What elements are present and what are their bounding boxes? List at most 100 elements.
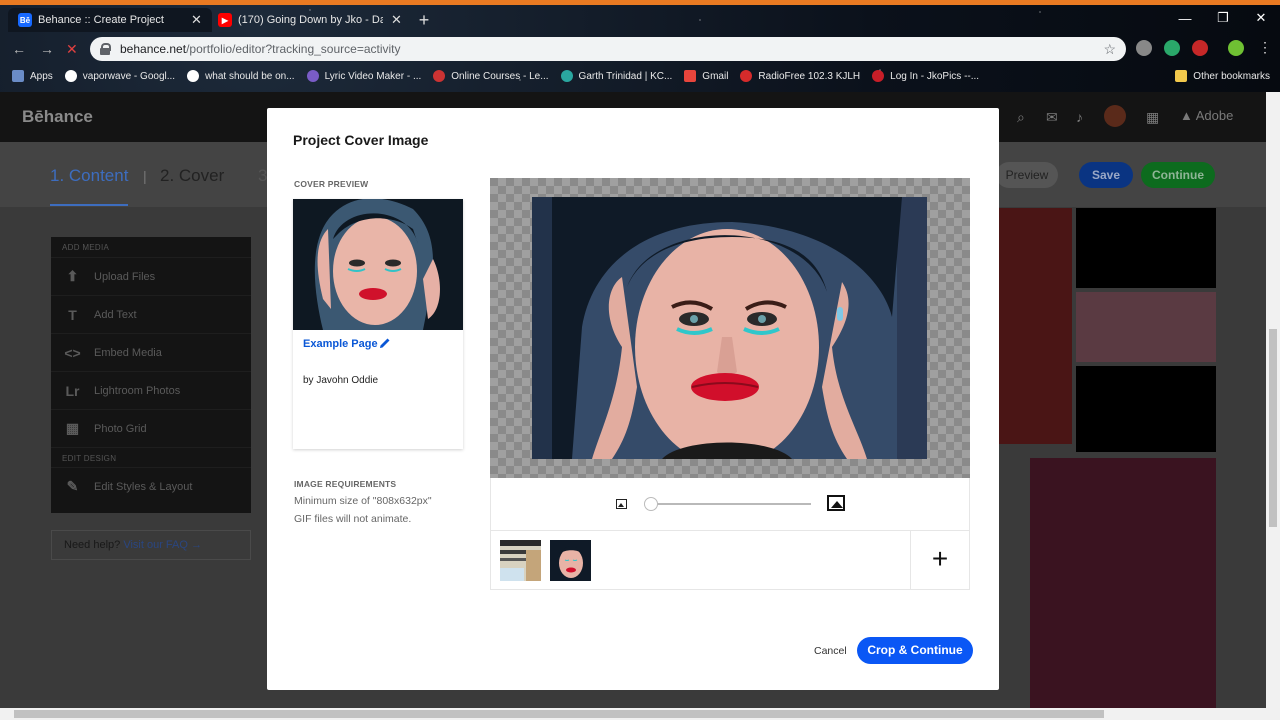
adobe-link[interactable]: ▲ Adobe bbox=[1180, 108, 1233, 123]
requirement-gif: GIF files will not animate. bbox=[294, 513, 412, 525]
lyric-video-icon bbox=[306, 70, 319, 82]
media-item-label: Photo Grid bbox=[94, 422, 147, 435]
crop-and-continue-button[interactable]: Crop & Continue bbox=[857, 637, 973, 664]
help-box: Need help? Visit our FAQ → bbox=[51, 530, 251, 560]
bookmark-item[interactable]: what should be on... bbox=[187, 70, 295, 82]
card-owner: by Javohn Oddie bbox=[303, 375, 379, 386]
mail-icon[interactable]: ✉ bbox=[1046, 109, 1058, 126]
extension-icon[interactable] bbox=[1192, 40, 1208, 56]
zoom-slider-track[interactable] bbox=[649, 503, 811, 505]
bookmark-item[interactable]: vaporwave - Googl... bbox=[64, 70, 175, 82]
modal-title: Project Cover Image bbox=[293, 132, 429, 148]
minimize-button[interactable]: — bbox=[1166, 6, 1204, 30]
tab-behance[interactable]: Bē Behance :: Create Project ✕ bbox=[8, 8, 212, 32]
zoom-slider-thumb[interactable] bbox=[644, 497, 658, 511]
vertical-scrollbar[interactable] bbox=[1266, 92, 1280, 708]
browser-chrome: Bē Behance :: Create Project ✕ ▶ (170) G… bbox=[0, 0, 1280, 92]
image-thumbnail[interactable] bbox=[500, 540, 541, 581]
upload-icon: ⬆ bbox=[66, 268, 79, 284]
step-divider: | bbox=[143, 168, 147, 184]
cover-preview-label: COVER PREVIEW bbox=[294, 179, 369, 189]
add-text-item[interactable]: T Add Text bbox=[51, 295, 251, 333]
bookmarks-bar: Apps vaporwave - Googl... what should be… bbox=[0, 66, 1280, 86]
back-icon[interactable]: ← bbox=[12, 41, 26, 57]
tab-title: Behance :: Create Project bbox=[38, 14, 164, 26]
edit-styles-item[interactable]: ✎ Edit Styles & Layout bbox=[51, 467, 251, 505]
new-tab-button[interactable]: + bbox=[414, 10, 434, 30]
zoom-out-image-icon[interactable] bbox=[616, 499, 627, 509]
menu-kebab-icon[interactable]: ⋮ bbox=[1258, 39, 1272, 56]
bookmark-apps[interactable]: Apps bbox=[12, 70, 53, 82]
image-thumbnails-row: + bbox=[490, 530, 970, 590]
bookmark-item[interactable]: Gmail bbox=[684, 70, 728, 82]
lightroom-photos-item[interactable]: Lr Lightroom Photos bbox=[51, 371, 251, 409]
other-bookmarks[interactable]: Other bookmarks bbox=[1175, 70, 1270, 82]
project-image bbox=[1076, 292, 1216, 362]
upload-files-item[interactable]: ⬆ Upload Files bbox=[51, 257, 251, 295]
pencil-icon[interactable] bbox=[379, 337, 391, 349]
horizontal-scrollbar-thumb[interactable] bbox=[14, 710, 1104, 718]
bookmark-item[interactable]: Lyric Video Maker - ... bbox=[306, 70, 421, 82]
media-item-label: Add Text bbox=[94, 308, 137, 321]
close-tab-icon[interactable]: ✕ bbox=[391, 12, 402, 28]
tab-youtube[interactable]: ▶ (170) Going Down by Jko - Danc ✕ bbox=[208, 8, 412, 32]
bookmark-star-icon[interactable]: ☆ bbox=[1103, 41, 1116, 58]
project-image bbox=[998, 208, 1072, 444]
crop-canvas[interactable] bbox=[490, 178, 970, 478]
embed-icon: <> bbox=[64, 344, 81, 361]
gmail-icon bbox=[684, 70, 697, 82]
user-avatar[interactable] bbox=[1104, 105, 1126, 127]
jkopics-icon bbox=[872, 70, 885, 82]
search-icon[interactable]: ⌕ bbox=[1017, 109, 1025, 126]
cancel-button[interactable]: Cancel bbox=[814, 645, 847, 657]
close-tab-icon[interactable]: ✕ bbox=[191, 12, 202, 28]
media-item-label: Embed Media bbox=[94, 346, 162, 359]
faq-link[interactable]: Visit our FAQ → bbox=[123, 539, 202, 551]
maximize-button[interactable]: ❐ bbox=[1204, 6, 1242, 30]
vertical-scrollbar-thumb[interactable] bbox=[1269, 329, 1277, 527]
youtube-favicon-icon: ▶ bbox=[218, 13, 232, 27]
bookmark-label: Log In - JkoPics --... bbox=[890, 70, 980, 82]
continue-button[interactable]: Continue bbox=[1141, 162, 1215, 188]
bookmark-label: Online Courses - Le... bbox=[451, 70, 549, 82]
embed-media-item[interactable]: <> Embed Media bbox=[51, 333, 251, 371]
google-icon bbox=[187, 70, 200, 82]
bookmark-label: Apps bbox=[30, 70, 53, 82]
image-thumbnail-selected[interactable] bbox=[550, 540, 591, 581]
bookmark-item[interactable]: Garth Trinidad | KC... bbox=[560, 70, 672, 82]
stop-icon[interactable]: ✕ bbox=[66, 41, 78, 58]
text-icon: T bbox=[68, 306, 77, 323]
step-content-tab[interactable]: 1. Content bbox=[50, 166, 128, 186]
notification-bell-icon[interactable]: ♪ bbox=[1076, 109, 1083, 125]
photo-grid-item[interactable]: ▦ Photo Grid bbox=[51, 409, 251, 447]
add-image-button[interactable]: + bbox=[910, 531, 969, 589]
crop-selection-box[interactable] bbox=[562, 197, 900, 459]
edit-design-heading: EDIT DESIGN bbox=[51, 447, 251, 467]
forward-icon[interactable]: → bbox=[40, 41, 54, 57]
add-media-heading: ADD MEDIA bbox=[62, 243, 110, 252]
card-project-title: Example Page bbox=[303, 338, 378, 350]
active-step-underline bbox=[50, 204, 128, 206]
folder-icon bbox=[1175, 70, 1188, 82]
zoom-in-image-icon[interactable] bbox=[827, 495, 845, 511]
bookmark-item[interactable]: Online Courses - Le... bbox=[433, 70, 549, 82]
bookmark-item[interactable]: Log In - JkoPics --... bbox=[872, 70, 979, 82]
cover-image-modal: Project Cover Image COVER PREVIEW Exampl… bbox=[267, 108, 999, 690]
step-cover-tab[interactable]: 2. Cover bbox=[160, 166, 224, 186]
preview-button[interactable]: Preview bbox=[996, 162, 1058, 188]
close-window-button[interactable]: ✕ bbox=[1242, 6, 1280, 30]
extension-icon[interactable] bbox=[1136, 40, 1152, 56]
save-button[interactable]: Save bbox=[1079, 162, 1133, 188]
horizontal-scrollbar[interactable] bbox=[0, 708, 1280, 720]
radio-icon bbox=[740, 70, 753, 82]
profile-avatar[interactable] bbox=[1228, 40, 1244, 56]
behance-logo[interactable]: Bēhance bbox=[22, 107, 93, 127]
address-bar[interactable]: behance.net /portfolio/editor?tracking_s… bbox=[90, 37, 1126, 61]
window-accent-strip bbox=[0, 0, 1280, 5]
project-canvas-images bbox=[998, 208, 1216, 708]
bookmark-item[interactable]: RadioFree 102.3 KJLH bbox=[740, 70, 860, 82]
extension-icon[interactable] bbox=[1164, 40, 1180, 56]
url-path: /portfolio/editor?tracking_source=activi… bbox=[186, 42, 401, 56]
apps-grid-icon[interactable]: ▦ bbox=[1146, 109, 1159, 126]
image-requirements-label: IMAGE REQUIREMENTS bbox=[294, 479, 397, 489]
